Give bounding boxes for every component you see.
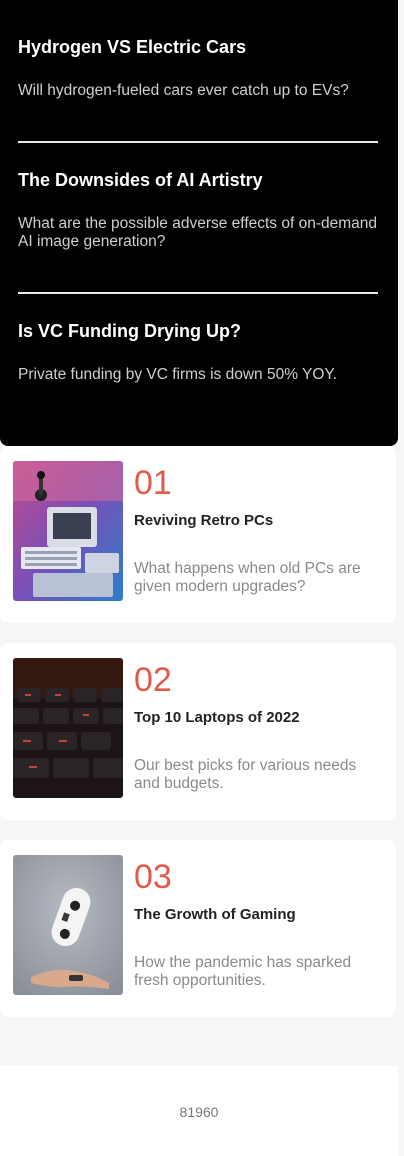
- footer: 81960: [0, 1066, 398, 1156]
- article-number: 03: [134, 858, 172, 896]
- article-number: 02: [134, 661, 172, 699]
- new-article-title[interactable]: Hydrogen VS Electric Cars: [18, 36, 378, 58]
- new-article-description: What are the possible adverse effects of…: [18, 215, 378, 250]
- article-description: What happens when old PCs are given mode…: [134, 560, 361, 595]
- article-card[interactable]: 01 Reviving Retro PCs What happens when …: [0, 446, 396, 623]
- divider: [18, 141, 378, 143]
- new-article-title[interactable]: Is VC Funding Drying Up?: [18, 320, 378, 342]
- game-controller-image[interactable]: [13, 855, 123, 995]
- article-card[interactable]: 02 Top 10 Laptops of 2022 Our best picks…: [0, 643, 396, 820]
- new-articles-panel: Hydrogen VS Electric Cars Will hydrogen-…: [0, 0, 398, 446]
- page: Hydrogen VS Electric Cars Will hydrogen-…: [0, 0, 404, 1156]
- footer-text: 81960: [179, 1104, 219, 1120]
- new-article-item[interactable]: Is VC Funding Drying Up? Private funding…: [18, 320, 378, 384]
- article-card[interactable]: 03 The Growth of Gaming How the pandemic…: [0, 840, 396, 1017]
- article-description: How the pandemic has sparked fresh oppor…: [134, 954, 352, 989]
- new-article-description: Private funding by VC firms is down 50% …: [18, 366, 338, 383]
- divider: [18, 292, 378, 294]
- article-title[interactable]: Top 10 Laptops of 2022: [134, 709, 300, 727]
- new-article-item[interactable]: Hydrogen VS Electric Cars Will hydrogen-…: [18, 36, 378, 100]
- laptop-keyboard-image[interactable]: [13, 658, 123, 798]
- article-title[interactable]: Reviving Retro PCs: [134, 512, 273, 530]
- article-number: 01: [134, 464, 172, 502]
- new-article-item[interactable]: The Downsides of AI Artistry What are th…: [18, 169, 378, 251]
- new-article-description: Will hydrogen-fueled cars ever catch up …: [18, 82, 349, 99]
- retro-pc-image[interactable]: [13, 461, 123, 601]
- article-description: Our best picks for various needs and bud…: [134, 757, 357, 792]
- new-article-title[interactable]: The Downsides of AI Artistry: [18, 169, 378, 191]
- article-title[interactable]: The Growth of Gaming: [134, 906, 296, 924]
